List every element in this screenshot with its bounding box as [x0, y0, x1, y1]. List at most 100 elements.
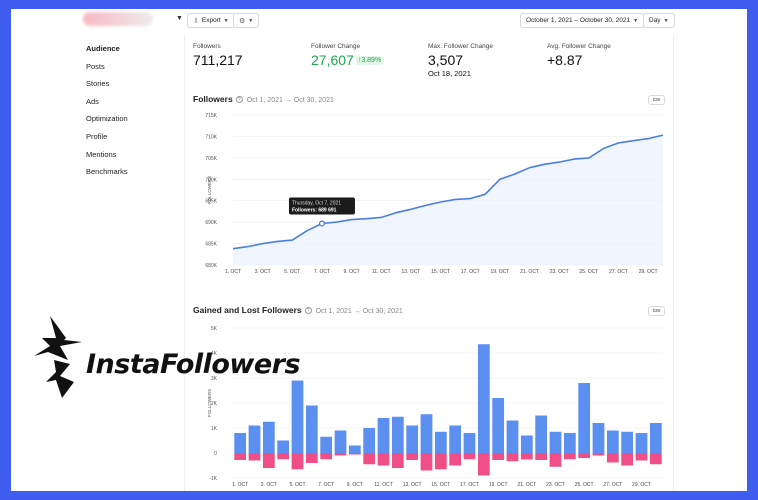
granularity-label: Day: [649, 17, 661, 24]
bar-gained: [234, 433, 247, 453]
x-tick-label: 19. OCT: [489, 482, 508, 488]
sidebar-item-profile[interactable]: Profile: [86, 131, 128, 149]
stat-max-follower-change: Max. Follower Change 3,507 Oct 18, 2021: [428, 43, 493, 78]
x-tick-label: 23. OCT: [546, 482, 565, 488]
x-tick-label: 27. OCT: [609, 269, 628, 275]
bar-lost: [377, 453, 390, 466]
x-tick-label: 27. OCT: [603, 482, 622, 488]
section-title-text: Gained and Lost Followers: [193, 305, 302, 315]
sidebar-item-mentions[interactable]: Mentions: [86, 149, 128, 167]
bar-lost: [449, 453, 462, 466]
bar-gained: [377, 418, 390, 453]
x-tick-label: 9. OCT: [344, 269, 360, 275]
account-avatar[interactable]: [83, 12, 153, 26]
sidebar-item-ads[interactable]: Ads: [86, 96, 128, 114]
y-tick-label: 705K: [205, 156, 217, 162]
sidebar-item-audience[interactable]: Audience: [86, 43, 128, 61]
sidebar-nav: Audience Posts Stories Ads Optimization …: [86, 43, 128, 184]
bar-lost: [477, 453, 490, 476]
granularity-select[interactable]: Day ▼: [643, 13, 675, 28]
bar-gained: [305, 405, 318, 453]
bar-gained: [434, 431, 447, 453]
x-tick-label: 7. OCT: [314, 269, 330, 275]
account-dropdown-icon[interactable]: ▼: [176, 15, 183, 22]
date-range-label: October 1, 2021 – October 30, 2021: [526, 17, 631, 24]
x-tick-label: 17. OCT: [461, 269, 480, 275]
bar-lost: [234, 453, 247, 460]
bar-lost: [334, 453, 347, 456]
stat-value-wrap: 27,607 ↑3.89%: [311, 52, 384, 68]
bar-lost: [305, 453, 318, 463]
x-tick-label: 25. OCT: [575, 482, 594, 488]
y-tick-label: 685K: [205, 242, 217, 248]
help-icon[interactable]: ?: [304, 307, 312, 314]
bar-gained: [563, 433, 576, 453]
x-tick-label: 15. OCT: [431, 482, 450, 488]
bar-gained: [520, 435, 533, 453]
x-tick-label: 9. OCT: [347, 482, 363, 488]
bar-gained: [606, 430, 619, 453]
bar-lost: [391, 453, 404, 468]
stat-value: 27,607: [311, 52, 354, 68]
stat-label: Max. Follower Change: [428, 43, 494, 50]
x-tick-label: 21. OCT: [517, 482, 536, 488]
bar-lost: [578, 453, 591, 458]
bar-lost: [520, 453, 533, 460]
chevron-down-icon: ▼: [223, 17, 229, 24]
section-title-text: Followers: [193, 94, 233, 104]
y-tick-label: -1K: [209, 476, 217, 482]
x-tick-label: 29. OCT: [639, 269, 658, 275]
x-tick-label: 7. OCT: [318, 482, 334, 488]
bar-lost: [563, 453, 576, 460]
bar-gained: [277, 440, 290, 453]
x-tick-label: 29. OCT: [632, 482, 651, 488]
csv-download-button[interactable]: csv: [648, 306, 665, 316]
x-tick-label: 15. OCT: [431, 269, 450, 275]
bar-gained: [334, 430, 347, 453]
x-tick-label: 21. OCT: [520, 269, 539, 275]
gained-lost-bar-chart: 5K4K3K2K1K0-1KFOLLOWERS1. OCT 3. OCT 5. OC…: [207, 326, 663, 488]
bar-lost: [463, 453, 476, 460]
stat-value: 3,507: [428, 52, 464, 68]
help-icon[interactable]: ?: [235, 96, 243, 103]
csv-download-button[interactable]: csv: [648, 95, 665, 105]
x-tick-label: 1. OCT: [232, 482, 248, 488]
sidebar-item-stories[interactable]: Stories: [86, 78, 128, 96]
bar-gained: [262, 421, 275, 453]
bar-gained: [549, 431, 562, 453]
date-range-picker[interactable]: October 1, 2021 – October 30, 2021 ▼: [520, 13, 645, 28]
bar-lost: [262, 453, 275, 468]
bar-lost: [649, 453, 662, 465]
chevron-down-icon: ▼: [633, 17, 639, 24]
sidebar-item-benchmarks[interactable]: Benchmarks: [86, 166, 128, 184]
y-axis-label: FOLLOWERS: [207, 176, 212, 204]
bar-gained: [492, 398, 505, 453]
bar-gained: [506, 420, 519, 453]
y-axis-label: FOLLOWERS: [207, 389, 212, 417]
bar-lost: [621, 453, 634, 466]
sidebar-item-posts[interactable]: Posts: [86, 61, 128, 79]
followers-section-title: Followers? Oct 1, 2021 → Oct 30, 2021: [193, 94, 334, 104]
sidebar-item-optimization[interactable]: Optimization: [86, 113, 128, 131]
export-button[interactable]: ⇩ Export ▼: [187, 13, 235, 28]
y-tick-label: 5K: [211, 326, 218, 332]
bar-lost: [406, 453, 419, 460]
bar-lost: [320, 453, 333, 460]
bar-gained: [406, 425, 419, 453]
bar-gained: [463, 433, 476, 453]
y-tick-label: 0: [214, 451, 217, 457]
stat-label: Followers: [193, 43, 221, 50]
x-tick-label: 5. OCT: [284, 269, 300, 275]
export-label: Export: [201, 17, 221, 24]
change-percent-badge: ↑3.89%: [355, 56, 384, 65]
bar-gained: [649, 423, 662, 453]
x-tick-label: 17. OCT: [460, 482, 479, 488]
y-tick-label: 710K: [205, 134, 217, 140]
app-window: ▼ ⇩ Export ▼ ⚙ ▼ October 1, 2021 – Octob…: [11, 9, 747, 491]
x-tick-label: 23. OCT: [550, 269, 569, 275]
x-tick-label: 25. OCT: [579, 269, 598, 275]
tooltip-date: Thursday, Oct 7, 2021: [292, 200, 341, 206]
settings-button[interactable]: ⚙ ▼: [233, 13, 260, 28]
tooltip-value: Followers: 689 691: [292, 207, 337, 213]
bar-gained: [592, 423, 605, 453]
